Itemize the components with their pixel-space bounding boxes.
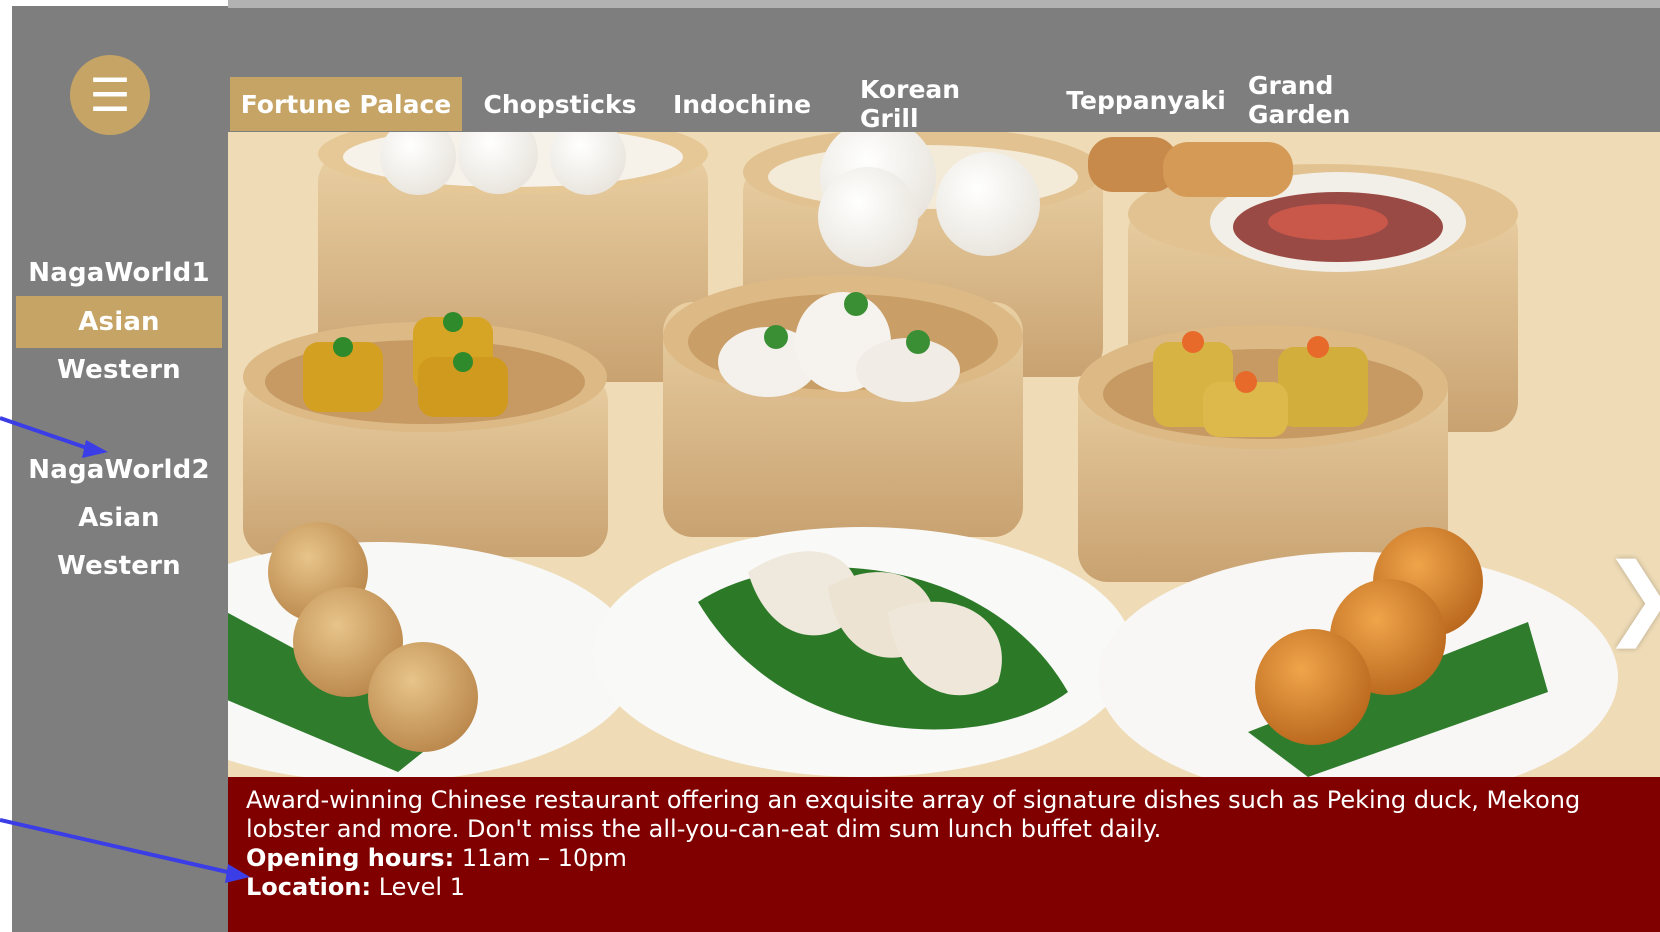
opening-hours-row: Opening hours: 11am – 10pm: [246, 844, 1642, 873]
tab-indochine[interactable]: Indochine: [668, 77, 816, 131]
dim-sum-illustration: [228, 132, 1660, 777]
tab-teppanyaki[interactable]: Teppanyaki: [1066, 73, 1226, 127]
sidebar-item-nagaworld1-western[interactable]: Western: [16, 344, 222, 396]
sidebar-heading-nagaworld2[interactable]: NagaWorld2: [16, 444, 222, 496]
restaurant-info-panel: Award-winning Chinese restaurant offerin…: [228, 777, 1660, 932]
top-divider: [228, 0, 1660, 8]
plate-dumplings: [593, 527, 1133, 777]
opening-hours-label: Opening hours:: [246, 844, 455, 872]
location-row: Location: Level 1: [246, 873, 1642, 902]
steamer-siu-mai-left: [243, 312, 608, 557]
steamer-har-gow: [663, 275, 1023, 537]
tab-chopsticks[interactable]: Chopsticks: [480, 77, 640, 131]
spring-rolls: [1088, 137, 1293, 197]
sidebar-item-nagaworld2-asian[interactable]: Asian: [16, 492, 222, 544]
sidebar-item-nagaworld1-asian[interactable]: Asian: [16, 296, 222, 348]
hamburger-menu-icon[interactable]: ☰: [70, 55, 150, 135]
tab-grand-garden[interactable]: Grand Garden: [1248, 71, 1432, 129]
opening-hours-value: 11am – 10pm: [454, 844, 627, 872]
tab-korean-grill[interactable]: Korean Grill: [860, 75, 1022, 133]
sidebar-heading-nagaworld1[interactable]: NagaWorld1: [16, 247, 222, 299]
restaurant-description: Award-winning Chinese restaurant offerin…: [246, 786, 1581, 843]
hero-food-image: ❯: [228, 132, 1660, 777]
tab-fortune-palace[interactable]: Fortune Palace: [230, 77, 462, 131]
location-value: Level 1: [371, 873, 465, 901]
chevron-right-icon[interactable]: ❯: [1602, 547, 1660, 647]
location-label: Location:: [246, 873, 372, 901]
sidebar-item-nagaworld2-western[interactable]: Western: [16, 540, 222, 592]
